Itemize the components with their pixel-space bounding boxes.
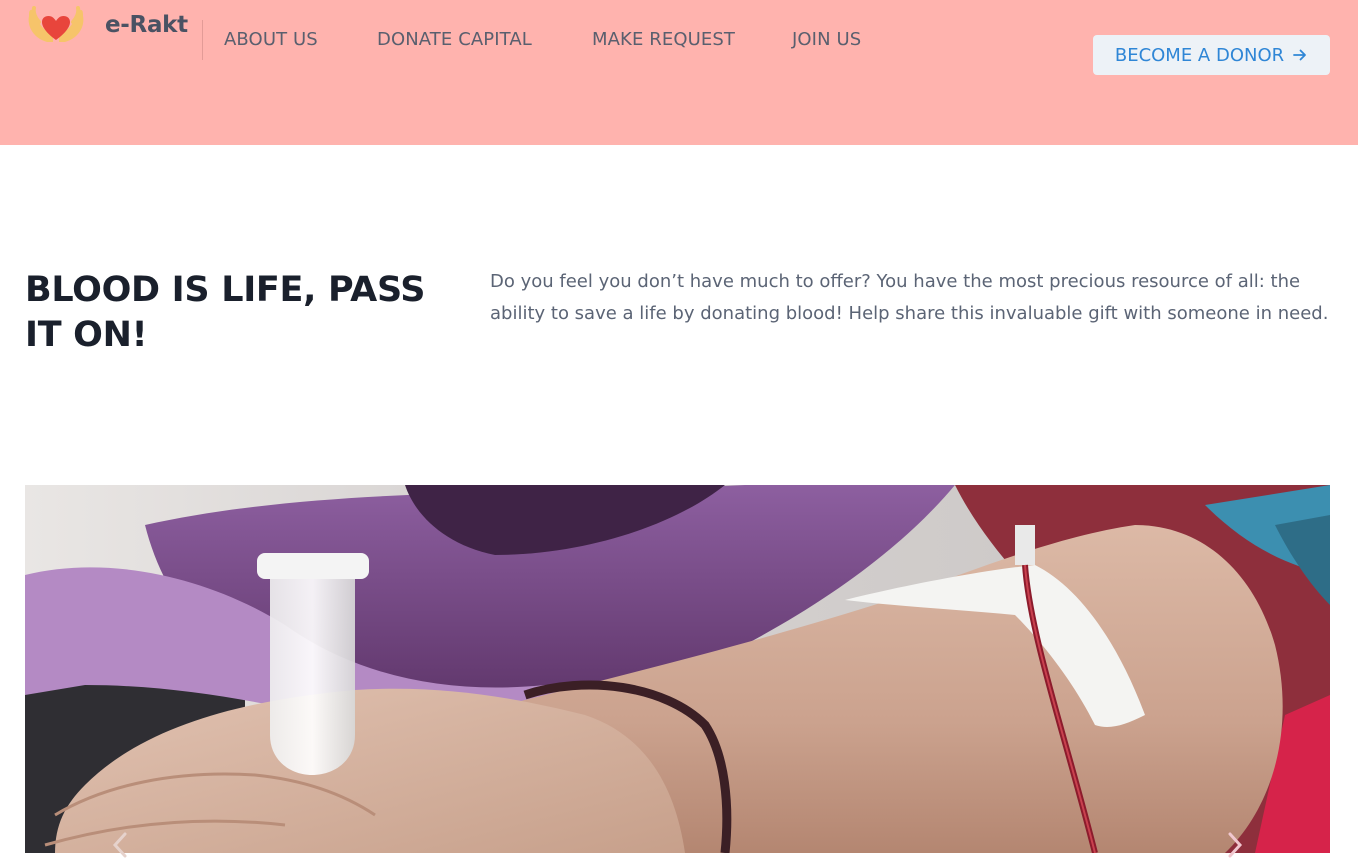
- chevron-right-icon[interactable]: [1220, 830, 1250, 860]
- brand-name[interactable]: e-Rakt: [105, 12, 188, 38]
- nav-join-us[interactable]: JOIN US: [792, 29, 861, 50]
- site-header: e-Rakt ABOUT US DONATE CAPITAL MAKE REQU…: [0, 0, 1358, 145]
- nav-make-request[interactable]: MAKE REQUEST: [592, 29, 735, 50]
- hands-heart-icon[interactable]: [25, 4, 87, 46]
- nav-donate-capital[interactable]: DONATE CAPITAL: [377, 29, 532, 50]
- page-headline: BLOOD IS LIFE, PASS IT ON!: [25, 270, 426, 355]
- chevron-left-icon[interactable]: [105, 830, 135, 860]
- become-donor-button[interactable]: BECOME A DONOR: [1093, 35, 1330, 75]
- intro-text: Do you feel you don’t have much to offer…: [490, 271, 1329, 324]
- nav-about-us[interactable]: ABOUT US: [224, 29, 318, 50]
- become-donor-label: BECOME A DONOR: [1114, 44, 1285, 66]
- header-divider: [202, 20, 203, 60]
- blood-donation-photo: [25, 485, 1330, 853]
- arrow-right-icon: [1292, 47, 1308, 63]
